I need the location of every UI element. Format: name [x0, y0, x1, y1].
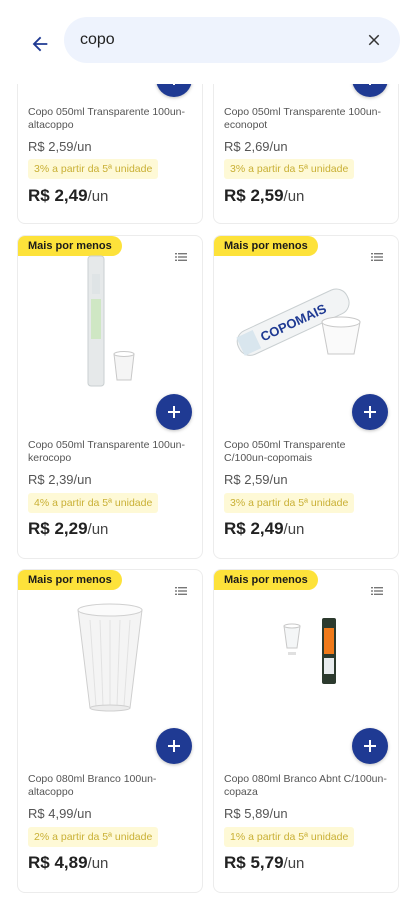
promo-tag: Mais por menos [18, 570, 122, 590]
product-price: R$ 2,49/un [28, 186, 108, 206]
price-unit: /un [283, 188, 305, 205]
price-value: R$ 5,79 [224, 853, 284, 872]
cup-sleeve-image [87, 255, 135, 387]
price-unit: /un [87, 521, 109, 538]
product-price: R$ 2,29/un [28, 519, 108, 539]
add-to-cart-button[interactable] [156, 394, 192, 430]
add-to-cart-button[interactable] [352, 394, 388, 430]
product-name: Copo 050ml Transparente 100un-altacoppo [28, 106, 186, 131]
clear-search-button[interactable] [362, 28, 386, 52]
product-price: R$ 2,59/un [224, 186, 304, 206]
white-cup-image [77, 603, 143, 712]
search-input[interactable] [80, 17, 350, 63]
unit-price: R$ 2,59/un [224, 472, 288, 487]
price-unit: /un [87, 188, 109, 205]
price-value: R$ 2,59 [224, 186, 284, 205]
promo-tag: Mais por menos [18, 236, 122, 256]
copaza-image [283, 618, 336, 684]
search-bar[interactable] [64, 17, 400, 63]
product-price: R$ 5,79/un [224, 853, 304, 873]
search-header [0, 0, 415, 84]
product-name: Copo 080ml Branco Abnt C/100un-copaza [224, 773, 387, 798]
price-unit: /un [283, 855, 305, 872]
discount-badge: 1% a partir da 5ª unidade [224, 827, 355, 847]
product-card[interactable]: Mais por menos Copo 050ml Transparente 1… [17, 235, 203, 559]
product-name: Copo 050ml Transparente 100un-econopot [224, 106, 382, 131]
discount-badge: 3% a partir da 5ª unidade [28, 159, 159, 179]
price-value: R$ 4,89 [28, 853, 88, 872]
add-to-cart-button[interactable] [352, 728, 388, 764]
arrow-left-icon [32, 36, 48, 52]
plus-icon [168, 406, 180, 418]
price-unit: /un [87, 855, 109, 872]
price-value: R$ 2,49 [28, 186, 88, 205]
product-name: Copo 050ml Transparente C/100un-copomais [224, 439, 346, 464]
add-to-cart-button[interactable] [156, 728, 192, 764]
unit-price: R$ 4,99/un [28, 806, 92, 821]
discount-badge: 2% a partir da 5ª unidade [28, 827, 159, 847]
discount-badge: 3% a partir da 5ª unidade [224, 159, 355, 179]
product-name: Copo 080ml Branco 100un-altacoppo [28, 773, 157, 798]
product-price: R$ 4,89/un [28, 853, 108, 873]
plus-icon [168, 740, 180, 752]
unit-price: R$ 2,59/un [28, 139, 92, 154]
plus-icon [364, 406, 376, 418]
discount-badge: 4% a partir da 5ª unidade [28, 493, 159, 513]
plus-icon [364, 740, 376, 752]
price-value: R$ 2,29 [28, 519, 88, 538]
unit-price: R$ 2,69/un [224, 139, 288, 154]
product-card[interactable]: Mais por menos COPOMAIS Copo 050ml Trans… [213, 235, 399, 559]
back-button[interactable] [24, 28, 56, 60]
copomais-image: COPOMAIS [236, 288, 361, 356]
unit-price: R$ 5,89/un [224, 806, 288, 821]
close-icon [368, 34, 380, 46]
price-value: R$ 2,49 [224, 519, 284, 538]
unit-price: R$ 2,39/un [28, 472, 92, 487]
product-name: Copo 050ml Transparente 100un-kerocopo [28, 439, 186, 464]
product-card[interactable]: Mais por menos Copo 080ml Branco 100un-a… [17, 569, 203, 893]
promo-tag: Mais por menos [214, 236, 318, 256]
promo-tag: Mais por menos [214, 570, 318, 590]
product-card[interactable]: Mais por menos Copo 080ml Branco Abnt C/… [213, 569, 399, 893]
price-unit: /un [283, 521, 305, 538]
product-price: R$ 2,49/un [224, 519, 304, 539]
discount-badge: 3% a partir da 5ª unidade [224, 493, 355, 513]
